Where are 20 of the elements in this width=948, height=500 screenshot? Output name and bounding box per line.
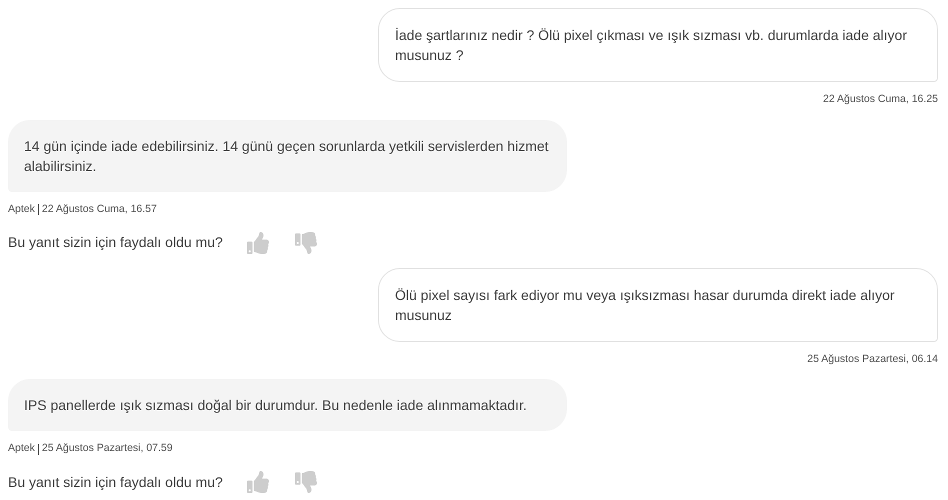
feedback-question: Bu yanıt sizin için faydalı oldu mu? — [8, 233, 223, 252]
thumbs-down-button[interactable] — [292, 469, 319, 495]
answer-text: 14 gün içinde iade edebilirsiniz. 14 günü geçen sorunlarda yetkili servislerden hizmet alabilirsiniz. — [24, 138, 549, 174]
question-text: Ölü pixel sayısı fark ediyor mu veya ışıksızması hasar durumda direkt iade alıyor musunuz — [395, 286, 895, 322]
question-time: 25 Ağustos Pazartesi, 06.14 — [807, 352, 938, 366]
thumbs-up-icon — [246, 471, 269, 493]
thumbs-up-button[interactable] — [244, 230, 271, 256]
question-time: 22 Ağustos Cuma, 16.25 — [823, 92, 938, 107]
feedback-question: Bu yanıt sizin için faydalı oldu mu? — [8, 472, 223, 492]
answer-text: IPS panellerde ışık sızması doğal bir durumdur. Bu nedenle iade alınmamaktadır. — [24, 397, 527, 414]
question-text: İade şartlarınız nedir ? Ölü pixel çıkması ve ışık sızması vb. durumlarda iade alıyor musunuz ? — [395, 27, 907, 63]
answer-author: Aptek — [8, 441, 35, 456]
thumbs-down-icon — [294, 471, 317, 493]
thumbs-down-icon — [294, 232, 317, 254]
thumbs-down-button[interactable] — [292, 230, 319, 256]
answer-author: Aptek — [8, 202, 35, 217]
answer-time: 22 Ağustos Cuma, 16.57 — [42, 202, 157, 217]
thumbs-up-button[interactable] — [244, 469, 271, 495]
answer-time: 25 Ağustos Pazartesi, 07.59 — [42, 441, 173, 456]
thumbs-up-icon — [246, 232, 269, 254]
